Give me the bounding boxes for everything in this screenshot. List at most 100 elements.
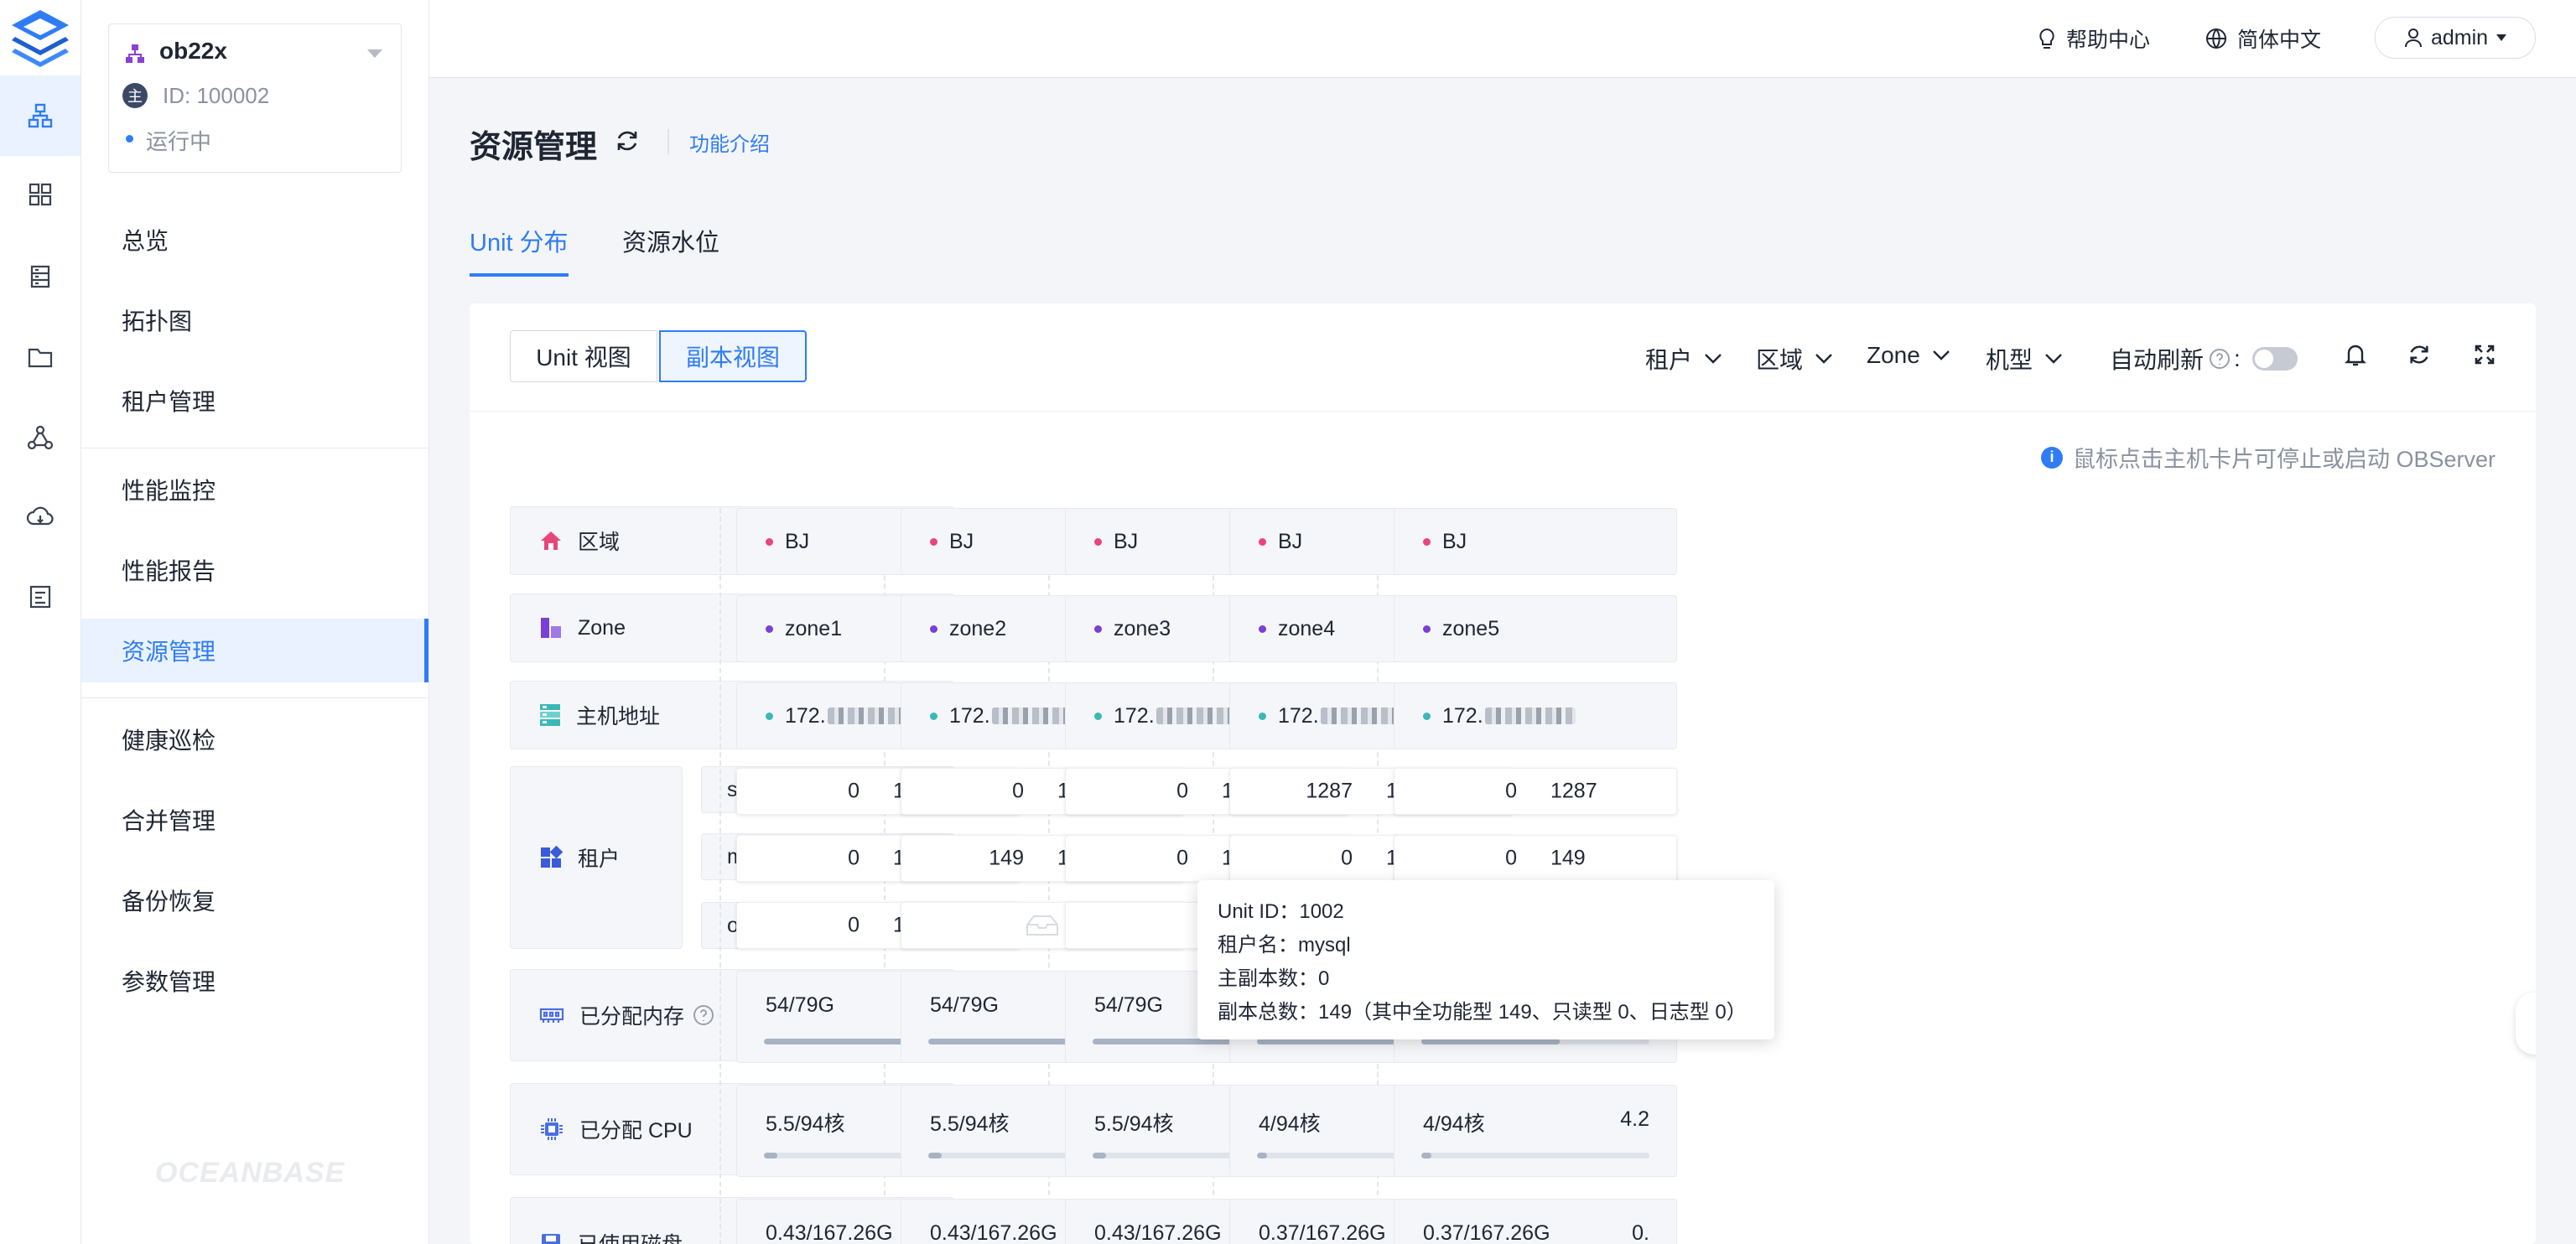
language-switch[interactable]: 简体中文 (2205, 20, 2321, 57)
server-region: BJ (1278, 529, 1303, 553)
server-zone-cell: zone5 (1394, 595, 1677, 662)
host-dot (766, 712, 773, 720)
menu-backup-restore[interactable]: 备份恢复 (81, 868, 428, 932)
memory-progress-fill (1421, 1039, 1561, 1044)
colon: : (2234, 345, 2241, 371)
help-circle-icon[interactable] (693, 1004, 714, 1026)
cpu-progress-fill (1421, 1153, 1431, 1158)
server-zone: zone5 (1442, 616, 1500, 640)
scroll-handle[interactable] (2516, 993, 2536, 1055)
row-label-cpu-text: 已分配 CPU (579, 1119, 693, 1143)
menu-health-check[interactable]: 健康巡检 (81, 708, 428, 771)
server-region-cell: BJ (1394, 508, 1677, 575)
tenant-replica-cell-sys[interactable]: 0 1287 (1394, 768, 1677, 815)
user-menu[interactable]: admin (2375, 17, 2536, 59)
cpu-used: 4/94核 (1259, 1112, 1321, 1136)
host-dot (1423, 712, 1431, 720)
primary-replica-count: 0 (848, 779, 860, 803)
menu-performance-report[interactable]: 性能报告 (81, 538, 428, 602)
network-icon[interactable] (0, 397, 80, 478)
zone-dot (1423, 625, 1431, 633)
row-label-tenant-text: 租户 (578, 847, 621, 871)
tooltip-unit-id: Unit ID：1002 (1218, 900, 1344, 923)
title-divider (667, 129, 669, 154)
cpu-progress-fill (1093, 1153, 1106, 1158)
memory-progress-fill (928, 1039, 1084, 1044)
zone-filter-label: Zone (1867, 342, 1920, 368)
info-icon: i (2040, 446, 2063, 469)
cpu-used: 4/94核 (1423, 1112, 1485, 1136)
auto-refresh-toggle[interactable] (2251, 347, 2298, 371)
bell-icon[interactable] (2345, 342, 2366, 367)
help-center-link[interactable]: 帮助中心 (2038, 20, 2150, 57)
server-icon[interactable] (0, 236, 80, 317)
server-host-cell[interactable]: 172. (1394, 682, 1677, 749)
oceanbase-logo-icon[interactable] (8, 7, 72, 67)
tab-active-indicator (470, 273, 569, 277)
memory-used: 54/79G (930, 993, 1000, 1017)
cpu-progress-fill (928, 1153, 942, 1158)
server-host-ip: 172. (1114, 703, 1155, 728)
machine-type-filter[interactable]: 机型 (1986, 342, 2063, 376)
caret-down-icon (2496, 34, 2507, 41)
apps-icon (539, 846, 563, 869)
zone-filter[interactable]: Zone (1867, 342, 1950, 369)
tooltip-total-replicas: 副本总数：149（其中全功能型 149、只读型 0、日志型 0） (1218, 1001, 1747, 1024)
help-circle-icon[interactable] (2209, 348, 2231, 370)
cluster-status: 运行中 (146, 129, 212, 154)
tab-resource-watermark[interactable]: 资源水位 (622, 223, 719, 258)
host-dot (1259, 712, 1266, 720)
brand-watermark: OCEANBASE (155, 1157, 345, 1189)
tenant-replica-cell-mysql[interactable]: 0 149 (1394, 835, 1677, 882)
region-filter[interactable]: 区域 (1756, 342, 1833, 376)
menu-overview[interactable]: 总览 (81, 208, 428, 272)
chevron-down-icon (2044, 353, 2063, 365)
primary-replica-count: 0 (848, 913, 860, 937)
cloud-icon[interactable] (0, 476, 80, 557)
menu-resource-management[interactable]: 资源管理 (81, 619, 428, 682)
cpu-progress-fill (1257, 1153, 1267, 1158)
tenant-filter[interactable]: 租户 (1645, 342, 1722, 376)
tab-unit-distribution[interactable]: Unit 分布 (470, 223, 569, 258)
menu-performance-monitor[interactable]: 性能监控 (81, 458, 428, 521)
replica-view-button[interactable]: 副本视图 (659, 330, 807, 382)
user-name: admin (2430, 25, 2489, 49)
menu-compaction[interactable]: 合并管理 (81, 788, 428, 852)
primary-badge: 主 (122, 83, 148, 108)
region-dot (766, 537, 773, 546)
menu-parameters[interactable]: 参数管理 (81, 949, 428, 1013)
hint-text: i 鼠标点击主机卡片可停止或启动 OBServer (2040, 441, 2496, 474)
auto-refresh-label: 自动刷新 (2110, 347, 2205, 373)
zone-dot (1094, 625, 1102, 633)
feature-intro-link[interactable]: 功能介绍 (689, 127, 770, 157)
hint-label: 鼠标点击主机卡片可停止或启动 OBServer (2072, 447, 2496, 472)
refresh-icon[interactable] (2407, 342, 2432, 367)
disk-used: 0.43/167.26G (930, 1221, 1057, 1244)
region-dot (1259, 537, 1266, 546)
server-host-ip: 172. (1278, 703, 1319, 728)
dashboard-icon[interactable] (0, 154, 80, 235)
cluster-icon[interactable] (0, 75, 80, 156)
globe-icon (2205, 28, 2227, 49)
fullscreen-icon[interactable] (2474, 344, 2496, 365)
unit-tooltip: Unit ID：1002 租户名：mysql 主副本数：0 副本总数：149（其… (1197, 880, 1774, 1039)
cpu-progress-fill (764, 1153, 777, 1158)
cluster-selector[interactable]: ob22x 主 ID: 100002 运行中 (108, 23, 402, 173)
chevron-down-icon[interactable] (367, 49, 382, 58)
cpu-used: 5.5/94核 (1094, 1112, 1174, 1136)
refresh-icon[interactable] (614, 127, 641, 154)
row-label-host-text: 主机地址 (576, 705, 661, 728)
host-icon (539, 703, 561, 727)
cluster-name: ob22x (159, 38, 227, 64)
row-label-disk-text: 已使用磁盘 (578, 1228, 683, 1244)
folder-icon[interactable] (0, 317, 80, 397)
unit-view-button[interactable]: Unit 视图 (510, 330, 657, 382)
disk-percent: 0. (1632, 1221, 1649, 1244)
menu-tenants[interactable]: 租户管理 (81, 369, 428, 433)
primary-replica-count: 0 (1505, 779, 1517, 803)
status-dot (126, 135, 133, 143)
menu-topology[interactable]: 拓扑图 (81, 288, 428, 352)
total-replica-count: 149 (1550, 846, 1586, 870)
server-zone: zone4 (1278, 616, 1336, 640)
report-icon[interactable] (0, 557, 80, 637)
